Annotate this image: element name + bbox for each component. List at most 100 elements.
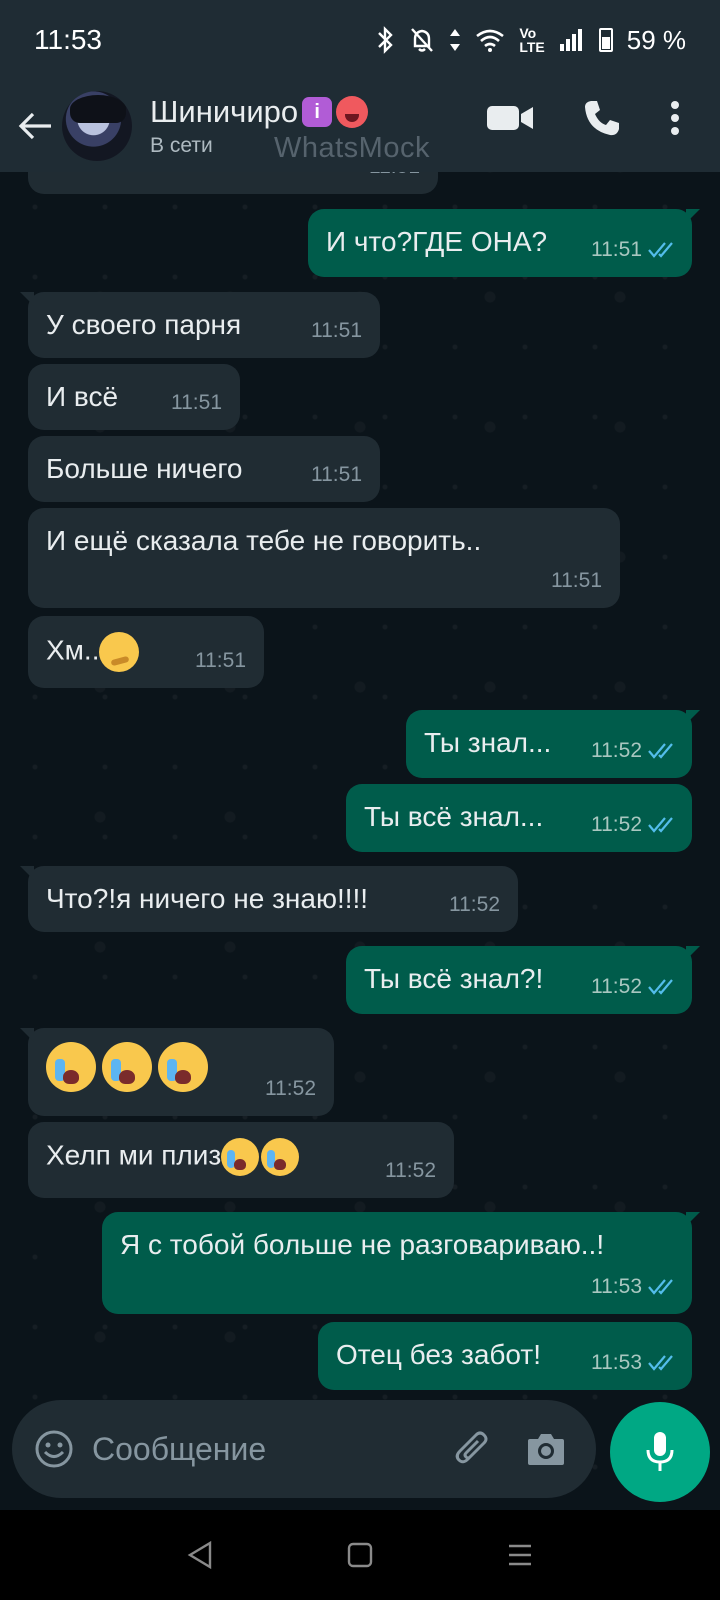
header-actions [486, 98, 680, 138]
message-incoming[interactable]: И ещё сказала тебе не говорить.. 11:51 [28, 508, 620, 608]
battery-icon [598, 28, 613, 52]
crying-face-emoji-icon [158, 1042, 208, 1092]
more-options-button[interactable] [670, 100, 680, 136]
nav-recents-icon[interactable] [506, 1541, 534, 1569]
message-time: 11:51 [369, 172, 420, 184]
paperclip-icon[interactable] [452, 1427, 492, 1471]
camera-icon[interactable] [526, 1431, 566, 1467]
message-meta: 11:51 [369, 172, 420, 184]
info-emoji-icon: i [302, 97, 333, 127]
system-nav-bar [0, 1510, 720, 1600]
message-time: 11:52 [591, 739, 642, 762]
bluetooth-icon [378, 26, 394, 54]
emoji-icon[interactable] [34, 1429, 74, 1469]
message-outgoing[interactable]: Отец без забот! 11:53 [318, 1322, 692, 1390]
message-meta: 11:52 [265, 1072, 316, 1106]
message-meta: 11:52 [385, 1154, 436, 1188]
message-outgoing[interactable]: Я с тобой больше не разговариваю..! 11:5… [102, 1212, 700, 1314]
microphone-icon [646, 1432, 674, 1471]
status-icons: Vo LTE 59 % [375, 25, 686, 56]
back-button[interactable] [14, 105, 56, 147]
double-check-icon [648, 979, 673, 995]
message-meta: 11:51 [311, 458, 362, 492]
status-bar: 11:53 Vo LTE 59 % [0, 0, 720, 80]
arrow-left-icon [18, 112, 51, 140]
message-text: Ты всё знал... [364, 801, 544, 832]
message-outgoing[interactable]: Ты знал... 11:52 [406, 710, 700, 778]
double-check-icon [648, 743, 673, 759]
crying-face-emoji-icon [261, 1138, 300, 1176]
message-incoming[interactable]: Что?!я ничего не знаю!!!! 11:52 [20, 866, 518, 932]
message-input[interactable] [90, 1429, 424, 1469]
video-call-button[interactable] [486, 103, 534, 133]
message-meta: 11:52 [591, 734, 678, 768]
bubble-tail [20, 292, 34, 306]
message-time: 11:51 [311, 319, 362, 342]
message-meta: 11:52 [591, 808, 678, 842]
message-time: 11:53 [591, 1275, 642, 1298]
message-meta: 11:51 [551, 564, 602, 598]
nav-back-icon[interactable] [186, 1540, 214, 1570]
message-incoming[interactable]: У своего парня 11:51 [20, 292, 380, 358]
message-meta: 11:51 [195, 644, 246, 678]
message-meta: 11:53 [591, 1270, 678, 1304]
message-outgoing[interactable]: Ты всё знал?! 11:52 [346, 946, 700, 1014]
contact-avatar[interactable] [62, 91, 132, 161]
crying-face-emoji-icon [46, 1042, 96, 1092]
double-check-icon [648, 242, 673, 258]
message-time: 11:51 [591, 238, 642, 261]
message-meta: 11:51 [591, 233, 678, 267]
message-time: 11:52 [449, 893, 500, 916]
message-incoming[interactable]: 11:51 [28, 172, 438, 194]
wifi-icon [476, 29, 505, 52]
message-meta: 11:52 [449, 888, 500, 922]
message-text: Что?!я ничего не знаю!!!! [46, 883, 369, 914]
message-incoming[interactable]: Хелп ми плиз 11:52 [28, 1122, 454, 1198]
double-check-icon [648, 1355, 673, 1371]
bubble-tail [686, 209, 700, 223]
double-check-icon [648, 817, 673, 833]
voice-call-button[interactable] [582, 98, 622, 138]
bubble-tail [686, 946, 700, 960]
signal-icon [559, 29, 582, 51]
bubble-tail [20, 866, 34, 880]
kebab-menu-icon [671, 101, 679, 135]
app-watermark: WhatsMock [274, 132, 430, 164]
volte-icon: Vo LTE [519, 25, 545, 55]
message-time: 11:51 [195, 649, 246, 672]
message-text: Больше ничего [46, 453, 243, 484]
status-time: 11:53 [34, 24, 102, 55]
phone-icon [585, 101, 619, 136]
message-incoming[interactable]: И всё 11:51 [28, 364, 240, 430]
message-outgoing[interactable]: И что?ГДЕ ОНА? 11:51 [308, 209, 700, 277]
message-time: 11:52 [385, 1159, 436, 1182]
message-outgoing[interactable]: Ты всё знал... 11:52 [346, 784, 692, 852]
message-text: Хм.. [46, 634, 100, 666]
message-meta: 11:52 [591, 970, 678, 1004]
message-incoming[interactable]: 11:52 [20, 1028, 334, 1116]
message-meta: 11:53 [591, 1346, 678, 1380]
message-meta: 11:51 [311, 314, 362, 348]
contact-name-row: Шиничиро i [150, 94, 369, 130]
message-text: У своего парня [46, 309, 242, 340]
message-text: И ещё сказала тебе не говорить.. [46, 525, 482, 556]
crying-face-emoji-icon [102, 1042, 152, 1092]
message-time: 11:52 [591, 975, 642, 998]
message-time: 11:51 [171, 391, 222, 414]
message-text: Отец без забот! [336, 1339, 541, 1370]
nav-home-icon[interactable] [346, 1541, 374, 1569]
battery-percent: 59 % [626, 24, 686, 55]
message-text: И что?ГДЕ ОНА? [326, 226, 548, 257]
message-incoming[interactable]: Хм.. 11:51 [28, 616, 264, 688]
message-time: 11:52 [265, 1077, 316, 1100]
thinking-face-emoji-icon [99, 632, 140, 672]
hot-face-emoji-icon [336, 96, 369, 128]
message-text: Ты всё знал?! [364, 963, 544, 994]
message-incoming[interactable]: Больше ничего 11:51 [28, 436, 380, 502]
chat-messages[interactable]: 11:51 И что?ГДЕ ОНА? 11:51 У своего парн… [0, 172, 720, 1510]
video-camera-icon [487, 106, 533, 130]
data-transfer-icon [450, 29, 461, 51]
voice-record-button[interactable] [610, 1402, 710, 1502]
crying-face-emoji-icon [221, 1138, 260, 1176]
message-composer [12, 1400, 596, 1498]
